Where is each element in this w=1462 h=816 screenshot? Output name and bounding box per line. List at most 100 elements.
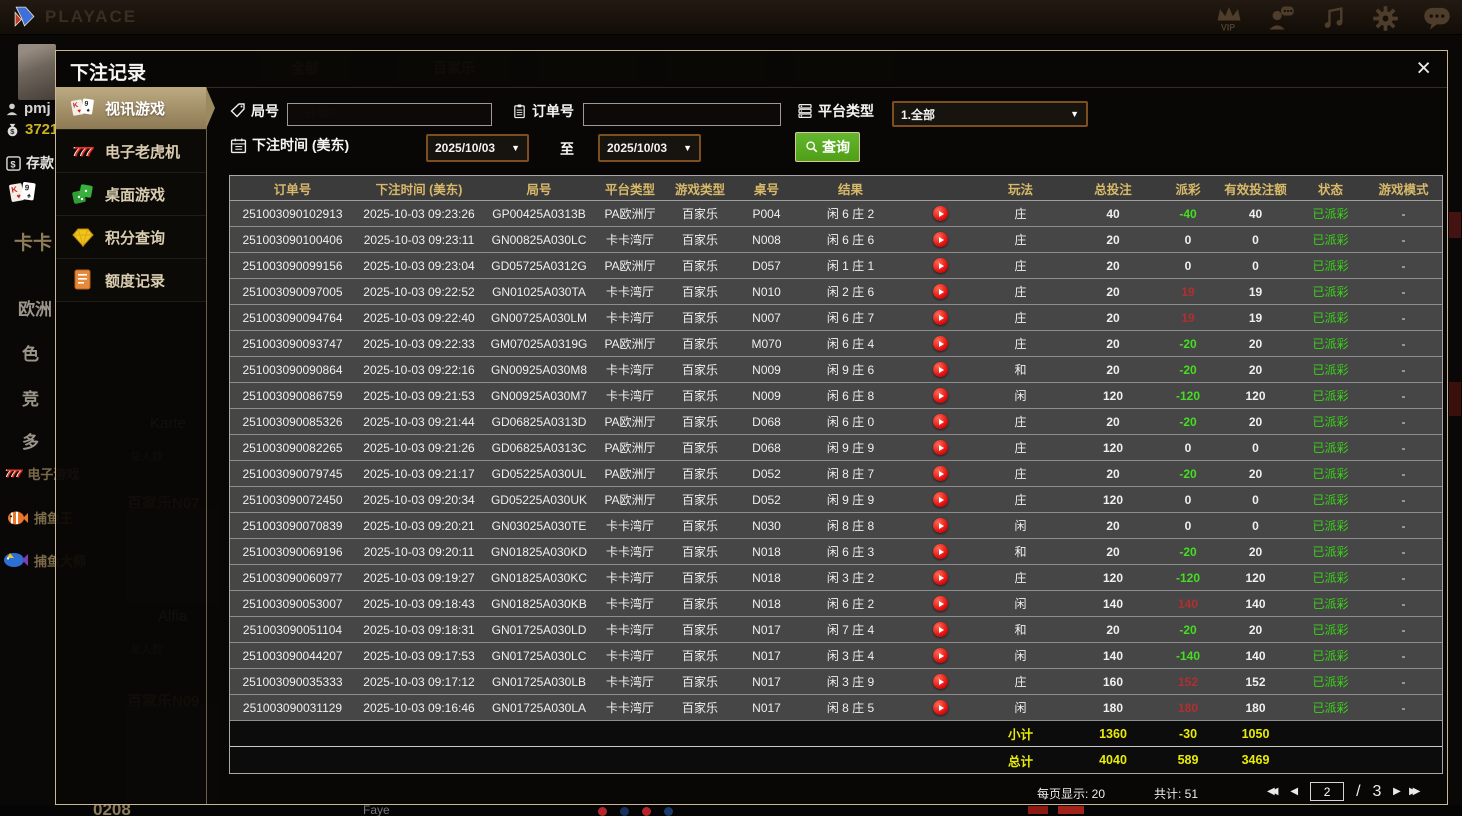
prev-page-button[interactable]: ◀ [1290, 786, 1298, 797]
play-triangle-icon [938, 366, 944, 373]
replay-play-button[interactable] [933, 518, 948, 533]
cell-game-type: 百家乐 [681, 233, 718, 247]
cell-game-mode: - [1401, 492, 1406, 507]
replay-play-button[interactable] [933, 492, 948, 507]
cell-platform: 卡卡湾厅 [605, 311, 654, 325]
table-row: 251003090060977 2025-10-03 09:19:27 GN01… [230, 565, 1442, 591]
round-number-input[interactable] [287, 103, 492, 126]
date-from-picker[interactable]: 2025/10/03 ▼ [426, 134, 529, 162]
cell-replay [903, 565, 978, 590]
cell-game-type: 百家乐 [681, 545, 718, 559]
total-valid-bet: 3469 [1241, 753, 1270, 767]
cell-result: 闲 9 庄 9 [826, 493, 875, 507]
cell-table-no: D052 [752, 466, 781, 481]
replay-play-button[interactable] [933, 648, 948, 663]
bet-time-filter-label: 下注时间 (美东) [230, 135, 349, 155]
next-page-button[interactable]: ◀ [1393, 786, 1401, 797]
cell-game-type: 百家乐 [681, 415, 718, 429]
cell-payout: 0 [1184, 492, 1192, 507]
cell-order: 251003090079745 [242, 466, 343, 481]
last-page-button[interactable]: ◀◀ [1413, 786, 1420, 797]
cell-replay [903, 201, 978, 226]
cell-game-mode: - [1401, 310, 1406, 325]
replay-play-button[interactable] [933, 362, 948, 377]
username: pmj [5, 100, 51, 117]
cell-status: 已派彩 [1312, 597, 1349, 611]
replay-play-button[interactable] [933, 440, 948, 455]
cell-round: GD06825A0313D [491, 414, 587, 429]
cell-platform: PA欧洲厅 [604, 415, 656, 429]
menu-item-video-games[interactable]: K ♥ 9 ♠ 视讯游戏 [56, 87, 206, 130]
cell-platform: 卡卡湾厅 [605, 363, 654, 377]
close-icon[interactable]: × [1416, 53, 1431, 83]
settings-gear-icon[interactable] [1370, 3, 1400, 33]
cell-payout: -120 [1175, 388, 1201, 403]
menu-item-slots[interactable]: 777 电子老虎机 [56, 130, 206, 173]
replay-play-button[interactable] [933, 284, 948, 299]
play-triangle-icon [938, 522, 944, 529]
table-header: 订单号 下注时间 (美东) 局号 平台类型 游戏类型 桌号 结果 玩法 总投注 … [230, 176, 1442, 201]
cell-table-no: D057 [752, 258, 781, 273]
replay-play-button[interactable] [933, 596, 948, 611]
cell-bet-time: 2025-10-03 09:22:33 [363, 336, 475, 351]
cell-platform: 卡卡湾厅 [605, 545, 654, 559]
cell-payout: -20 [1179, 414, 1197, 429]
replay-play-button[interactable] [933, 258, 948, 273]
cell-table-no: N009 [752, 388, 781, 403]
replay-play-button[interactable] [933, 700, 948, 715]
subtotal-valid-bet: 1050 [1241, 726, 1270, 741]
cell-bet-time: 2025-10-03 09:17:12 [363, 674, 475, 689]
platform-type-filter-label: 平台类型 [797, 101, 874, 121]
cell-game-type: 百家乐 [681, 519, 718, 533]
date-to-picker[interactable]: 2025/10/03 ▼ [598, 134, 701, 162]
first-page-button[interactable]: ◀◀ [1267, 786, 1279, 797]
cell-platform: PA欧洲厅 [604, 441, 656, 455]
cell-round: GD05725A0312G [491, 258, 587, 273]
replay-play-button[interactable] [933, 544, 948, 559]
cell-order: 251003090044207 [242, 648, 343, 663]
replay-play-button[interactable] [933, 466, 948, 481]
col-game-type: 游戏类型 [674, 182, 725, 197]
cell-total-bet: 160 [1102, 674, 1124, 689]
cell-bet-time: 2025-10-03 09:20:34 [363, 492, 475, 507]
replay-play-button[interactable] [933, 388, 948, 403]
pagination: ◀◀ ◀ / 3 ◀ ◀◀ [1267, 782, 1425, 801]
menu-item-quota[interactable]: 额度记录 [56, 259, 206, 302]
order-number-input[interactable] [583, 103, 781, 126]
customer-service-icon[interactable] [1266, 3, 1296, 33]
replay-play-button[interactable] [933, 206, 948, 221]
search-button[interactable]: 查询 [795, 132, 860, 162]
music-icon[interactable] [1318, 3, 1348, 33]
vip-icon[interactable]: VIP [1214, 3, 1244, 33]
cell-play-method: 庄 [1014, 493, 1027, 507]
menu-item-table-games[interactable]: 桌面游戏 [56, 173, 206, 216]
cell-platform: PA欧洲厅 [604, 207, 656, 221]
cell-table-no: N018 [752, 596, 781, 611]
cell-bet-time: 2025-10-03 09:22:40 [363, 310, 475, 325]
replay-play-button[interactable] [933, 336, 948, 351]
cell-total-bet: 20 [1106, 414, 1120, 429]
table-row: 251003090100406 2025-10-03 09:23:11 GN00… [230, 227, 1442, 253]
replay-play-button[interactable] [933, 674, 948, 689]
chat-icon[interactable] [1422, 3, 1452, 33]
cell-replay [903, 331, 978, 356]
dominoes-icon [69, 183, 97, 205]
replay-play-button[interactable] [933, 622, 948, 637]
bg-red-mark [1028, 806, 1048, 814]
replay-play-button[interactable] [933, 310, 948, 325]
cell-game-mode: - [1401, 518, 1406, 533]
cell-play-method: 庄 [1014, 337, 1027, 351]
play-triangle-icon [938, 444, 944, 451]
replay-play-button[interactable] [933, 414, 948, 429]
cell-status: 已派彩 [1312, 623, 1349, 637]
platform-type-select[interactable]: 1.全部 ▼ [892, 101, 1088, 127]
chevron-down-icon: ▼ [511, 143, 520, 153]
page-number-input[interactable] [1310, 782, 1345, 801]
menu-item-points[interactable]: 积分查询 [56, 216, 206, 259]
col-valid-bet: 有效投注额 [1224, 182, 1287, 197]
bg-hall-kaka: 卡卡 [14, 233, 53, 254]
cell-round: GN01825A030KB [491, 596, 587, 611]
replay-play-button[interactable] [933, 232, 948, 247]
replay-play-button[interactable] [933, 570, 948, 585]
cell-status: 已派彩 [1312, 207, 1349, 221]
